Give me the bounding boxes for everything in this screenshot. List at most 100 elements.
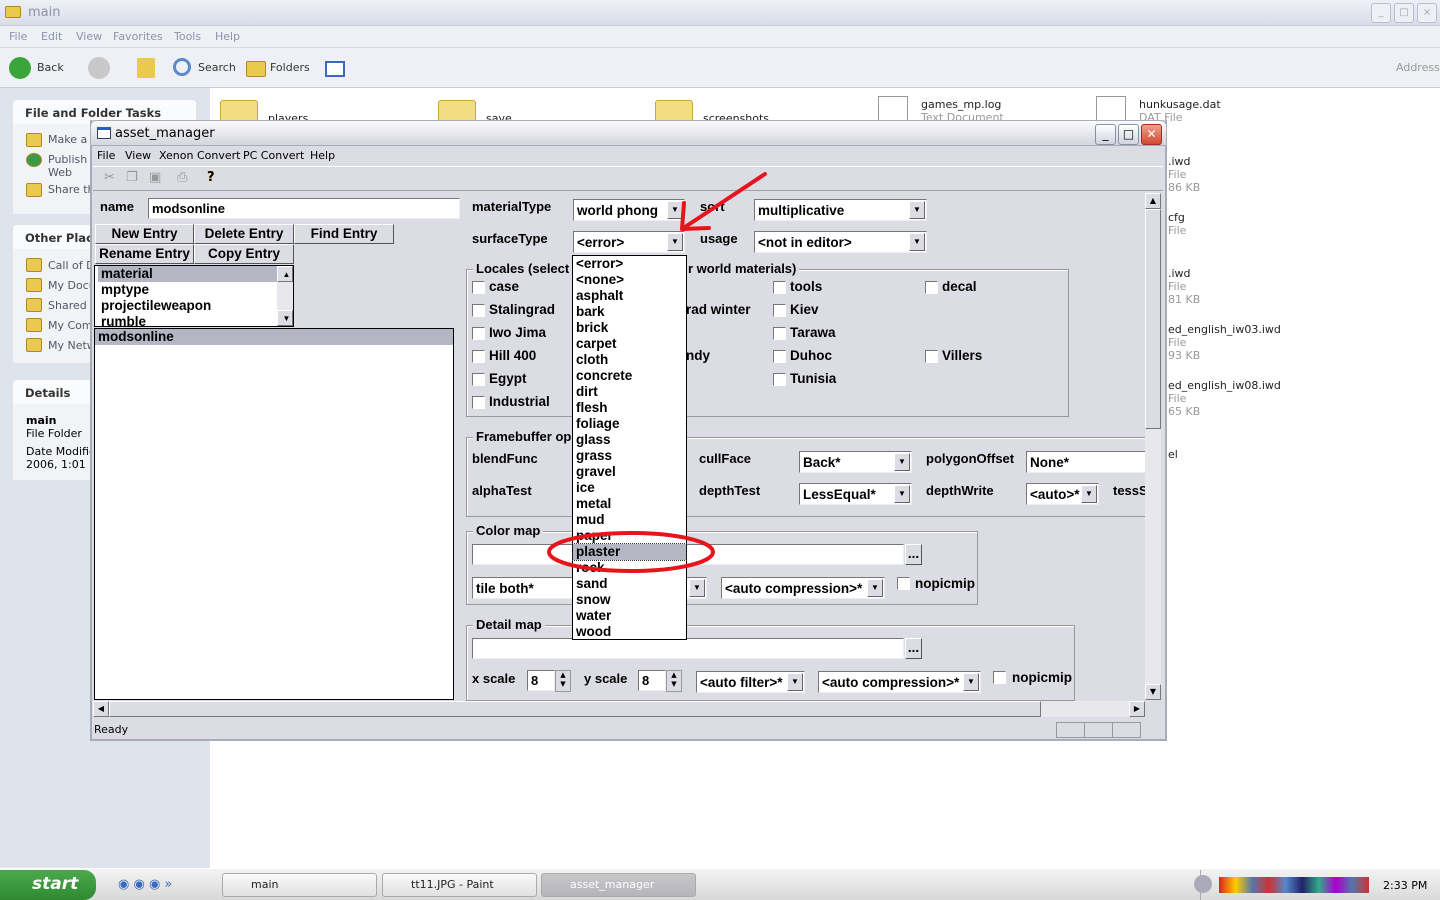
type-list[interactable]: material mptype projectileweapon rumble ▲ ▼	[94, 265, 294, 329]
menu-view[interactable]: View	[76, 30, 102, 43]
dropdown-option[interactable]: carpet	[573, 336, 686, 352]
color-map-nopicmip-checkbox[interactable]	[897, 577, 910, 590]
maximize-button[interactable]: □	[1118, 124, 1139, 145]
menu-edit[interactable]: Edit	[41, 30, 62, 43]
dropdown-option[interactable]: ice	[573, 480, 686, 496]
entry-item[interactable]: modsonline	[95, 329, 453, 345]
locale-checkbox[interactable]	[472, 281, 485, 294]
show-hidden-icons-button[interactable]	[1194, 875, 1212, 893]
sort-select[interactable]: multiplicative ▼	[754, 199, 927, 221]
taskbar-button-paint[interactable]: tt11.JPG - Paint	[382, 873, 537, 897]
menu-file[interactable]: File	[97, 149, 115, 162]
dropdown-option[interactable]: bark	[573, 304, 686, 320]
detail-map-nopicmip-checkbox[interactable]	[993, 671, 1006, 684]
dropdown-option[interactable]: water	[573, 608, 686, 624]
file-item[interactable]: ed_english_iw03.iwd File 93 KB	[1168, 323, 1281, 362]
quick-launch-icons[interactable]: ◉ ◉ ◉ »	[118, 877, 188, 893]
folders-button[interactable]: Folders	[270, 61, 310, 74]
forward-arrow-icon[interactable]	[88, 57, 110, 79]
vertical-scrollbar[interactable]: ▲ ▼	[1145, 193, 1161, 700]
up-folder-icon[interactable]	[137, 58, 155, 78]
new-entry-button[interactable]: New Entry	[95, 224, 194, 244]
dropdown-option[interactable]: glass	[573, 432, 686, 448]
detail-map-filter-select[interactable]: <auto filter>* ▼	[696, 671, 805, 693]
y-scale-input[interactable]: 8	[638, 670, 666, 691]
locale-checkbox[interactable]	[472, 350, 485, 363]
menu-view[interactable]: View	[125, 149, 151, 162]
chevron-down-icon[interactable]: ▼	[867, 579, 883, 597]
dropdown-option[interactable]: grass	[573, 448, 686, 464]
chevron-down-icon[interactable]: ▼	[909, 233, 925, 251]
menu-help[interactable]: Help	[310, 149, 335, 162]
dropdown-option[interactable]: cloth	[573, 352, 686, 368]
locale-checkbox[interactable]	[925, 350, 938, 363]
close-button[interactable]: ×	[1417, 3, 1437, 23]
close-button[interactable]: ✕	[1141, 124, 1162, 145]
locale-checkbox[interactable]	[773, 373, 786, 386]
taskbar-button-asset-manager[interactable]: asset_manager	[541, 873, 696, 897]
dropdown-option[interactable]: <none>	[573, 272, 686, 288]
x-scale-input[interactable]: 8	[527, 670, 555, 691]
dropdown-option[interactable]: snow	[573, 592, 686, 608]
back-arrow-icon[interactable]	[9, 57, 31, 79]
place-item[interactable]: Call of D	[48, 259, 95, 272]
menu-xenon-convert[interactable]: Xenon Convert	[159, 149, 240, 162]
locale-checkbox[interactable]	[773, 304, 786, 317]
scroll-thumb[interactable]	[109, 701, 1041, 717]
surface-type-select[interactable]: <error> ▼	[573, 231, 685, 253]
scroll-thumb[interactable]	[1145, 209, 1161, 429]
dropdown-option[interactable]: mud	[573, 512, 686, 528]
file-item[interactable]: .iwd File 86 KB	[1168, 155, 1200, 194]
chevron-down-icon[interactable]: ▼	[963, 673, 979, 691]
taskbar-button-main[interactable]: main	[222, 873, 377, 897]
dropdown-option[interactable]: gravel	[573, 464, 686, 480]
locale-checkbox[interactable]	[472, 373, 485, 386]
find-entry-button[interactable]: Find Entry	[294, 224, 394, 244]
chevron-down-icon[interactable]: ▼	[894, 453, 910, 471]
scroll-up-button[interactable]: ▲	[1145, 193, 1161, 209]
dropdown-option[interactable]: foliage	[573, 416, 686, 432]
search-button[interactable]: Search	[198, 61, 236, 74]
scroll-down-button[interactable]: ▼	[277, 310, 293, 326]
type-item[interactable]: projectileweapon	[98, 298, 280, 314]
place-item[interactable]: My Docu	[48, 279, 96, 292]
polygon-offset-select[interactable]: None*	[1026, 451, 1146, 473]
horizontal-scrollbar[interactable]: ◀ ▶	[93, 701, 1145, 717]
place-item[interactable]: My Netw	[48, 339, 96, 352]
dropdown-option[interactable]: metal	[573, 496, 686, 512]
dropdown-option[interactable]: concrete	[573, 368, 686, 384]
chevron-down-icon[interactable]: ▼	[689, 579, 705, 597]
print-icon[interactable]: ⎙	[177, 170, 187, 185]
asset-manager-title-bar[interactable]: asset_manager _ □ ✕	[90, 120, 1167, 146]
dropdown-option[interactable]: asphalt	[573, 288, 686, 304]
locale-checkbox[interactable]	[472, 327, 485, 340]
color-map-compression-select[interactable]: <auto compression>* ▼	[721, 577, 885, 599]
dropdown-option[interactable]: wood	[573, 624, 686, 640]
dropdown-option[interactable]: rock	[573, 560, 686, 576]
detail-map-compression-select[interactable]: <auto compression>* ▼	[818, 671, 981, 693]
file-item[interactable]: ed_english_iw08.iwd File 65 KB	[1168, 379, 1281, 418]
cut-icon[interactable]: ✂	[104, 170, 115, 185]
dropdown-option[interactable]: sand	[573, 576, 686, 592]
scroll-down-button[interactable]: ▼	[1145, 684, 1161, 700]
cull-face-select[interactable]: Back* ▼	[799, 451, 912, 473]
usage-select[interactable]: <not in editor> ▼	[754, 231, 927, 253]
dropdown-option[interactable]: flesh	[573, 400, 686, 416]
entry-list[interactable]: modsonline	[94, 328, 454, 700]
file-item[interactable]: cfg File	[1168, 211, 1186, 237]
file-item[interactable]: .iwd File 81 KB	[1168, 267, 1200, 306]
locale-checkbox[interactable]	[472, 396, 485, 409]
menu-file[interactable]: File	[9, 30, 27, 43]
task-share[interactable]: Share th	[48, 183, 95, 196]
delete-entry-button[interactable]: Delete Entry	[194, 224, 294, 244]
material-type-select[interactable]: world phong ▼	[573, 199, 685, 221]
detail-map-path-input[interactable]	[472, 638, 904, 659]
maximize-button[interactable]: □	[1394, 3, 1414, 23]
depth-write-select[interactable]: <auto>* ▼	[1026, 483, 1099, 505]
name-input[interactable]: modsonline	[148, 198, 460, 219]
paste-icon[interactable]: ▣	[149, 170, 161, 185]
locale-checkbox[interactable]	[773, 327, 786, 340]
menu-favorites[interactable]: Favorites	[113, 30, 163, 43]
color-map-path-input[interactable]	[472, 544, 904, 565]
back-button[interactable]: Back	[37, 61, 64, 74]
